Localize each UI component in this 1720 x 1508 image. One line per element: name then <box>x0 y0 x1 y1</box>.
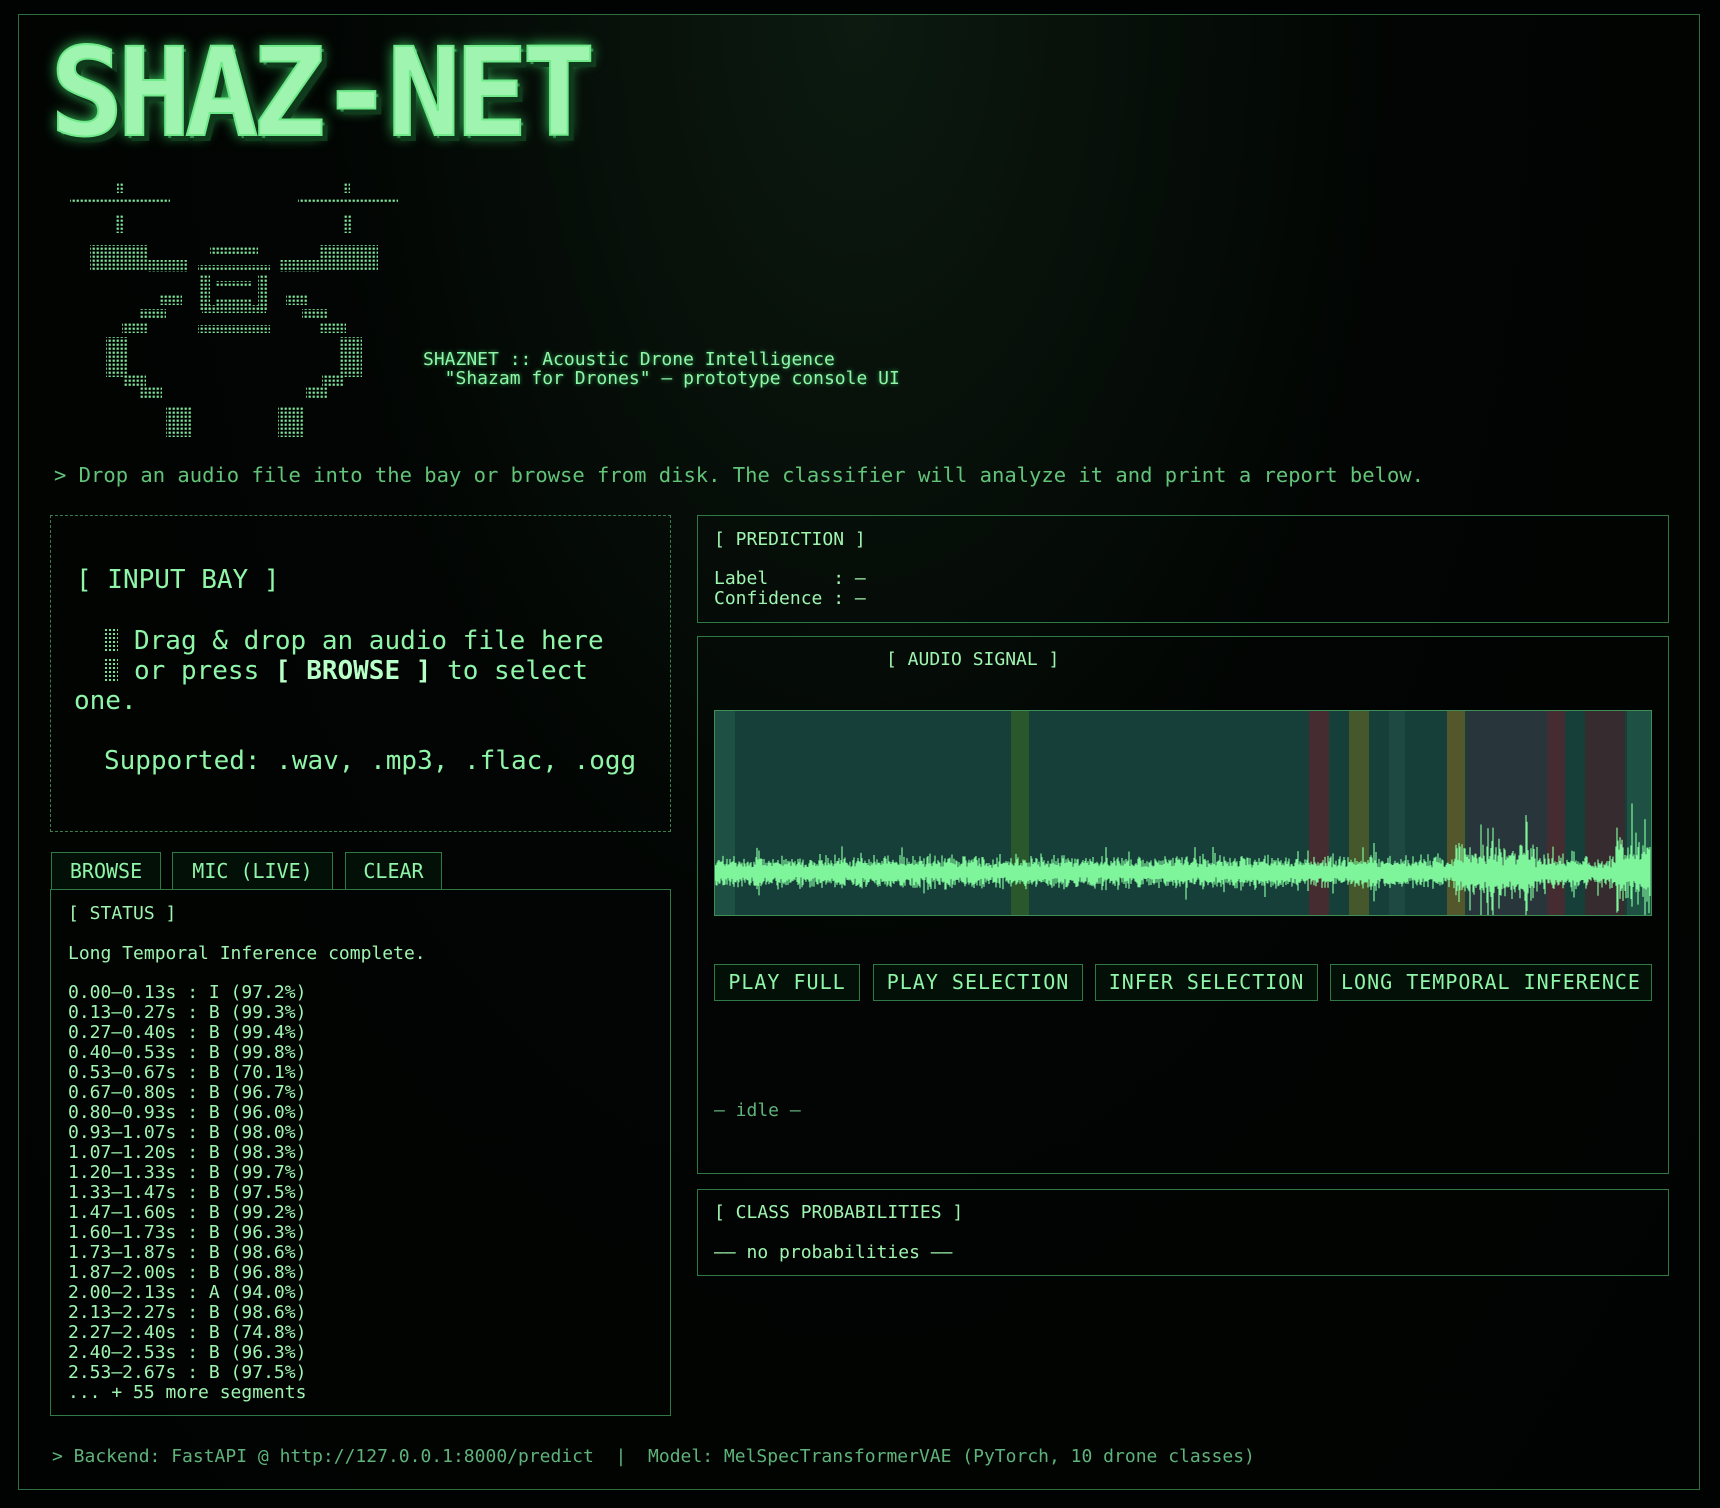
dropzone-text-1: Drag & drop an audio file here <box>134 626 604 656</box>
app-subtitle: SHAZNET :: Acoustic Drone Intelligence "… <box>423 350 900 388</box>
segment-row: 1.20–1.33s : B (99.7%) <box>68 1162 307 1183</box>
segment-row: 0.00–0.13s : I (97.2%) <box>68 982 307 1003</box>
audio-signal-title: [ AUDIO SIGNAL ] <box>886 649 1060 670</box>
segment-row: 1.47–1.60s : B (99.2%) <box>68 1202 307 1223</box>
waveform-svg <box>715 711 1651 915</box>
segment-row: 0.27–0.40s : B (99.4%) <box>68 1022 307 1043</box>
play-full-button[interactable]: PLAY FULL <box>714 964 860 1001</box>
dropzone-text-3: one. <box>74 686 137 716</box>
segment-band <box>1309 711 1329 915</box>
segment-row: 1.07–1.20s : B (98.3%) <box>68 1142 307 1163</box>
segment-row: 0.80–0.93s : B (96.0%) <box>68 1102 307 1123</box>
supported-formats: Supported: .wav, .mp3, .flac, .ogg <box>104 746 637 776</box>
instruction-hint: > Drop an audio file into the bay or bro… <box>54 463 1424 487</box>
status-message: Long Temporal Inference complete. <box>68 943 426 964</box>
segment-row: 0.40–0.53s : B (99.8%) <box>68 1042 307 1063</box>
subtitle-line-2: "Shazam for Drones" — prototype console … <box>423 368 900 389</box>
subtitle-line-1: SHAZNET :: Acoustic Drone Intelligence <box>423 349 835 370</box>
segment-list: 0.00–0.13s : I (97.2%) 0.13–0.27s : B (99… <box>68 983 306 1403</box>
segment-row: 2.53–2.67s : B (97.5%) <box>68 1362 307 1383</box>
segment-row: 1.87–2.00s : B (96.8%) <box>68 1262 307 1283</box>
dropzone-line-2: or press [ BROWSE ] to select <box>104 656 588 686</box>
waveform-view[interactable] <box>714 710 1652 916</box>
segment-row: 0.67–0.80s : B (96.7%) <box>68 1082 307 1103</box>
segment-row: 1.60–1.73s : B (96.3%) <box>68 1222 307 1243</box>
prediction-label: Label : – <box>714 568 866 589</box>
clear-button[interactable]: CLEAR <box>345 852 442 890</box>
shade-block-icon <box>104 628 118 652</box>
segment-row: 0.13–0.27s : B (99.3%) <box>68 1002 307 1023</box>
browse-button[interactable]: BROWSE <box>51 852 161 890</box>
mic-live-button[interactable]: MIC (LIVE) <box>172 852 333 890</box>
class-probabilities-empty: –– no probabilities –– <box>714 1242 953 1263</box>
status-title: [ STATUS ] <box>68 903 177 924</box>
app-logo: SHAZ-NET <box>49 22 597 164</box>
dropzone-line-1: Drag & drop an audio file here <box>104 626 604 656</box>
segment-row: 2.13–2.27s : B (98.6%) <box>68 1302 307 1323</box>
segment-row: 2.00–2.13s : A (94.0%) <box>68 1282 307 1303</box>
segment-row: 1.73–1.87s : B (98.6%) <box>68 1242 307 1263</box>
segment-row: 2.40–2.53s : B (96.3%) <box>68 1342 307 1363</box>
dropzone-text-2b: to select <box>431 656 588 686</box>
class-probabilities-title: [ CLASS PROBABILITIES ] <box>714 1202 964 1223</box>
playback-state: – idle – <box>714 1100 801 1121</box>
segment-row: 1.33–1.47s : B (97.5%) <box>68 1182 307 1203</box>
segment-band <box>1585 711 1625 915</box>
segment-band <box>1547 711 1565 915</box>
prediction-confidence: Confidence : – <box>714 588 866 609</box>
dropzone-browse-hint: [ BROWSE ] <box>274 656 432 686</box>
infer-selection-button[interactable]: INFER SELECTION <box>1095 964 1318 1001</box>
dropzone-text-2a: or press <box>134 656 275 686</box>
input-bay-title: [ INPUT BAY ] <box>76 565 280 595</box>
footer-backend-info: > Backend: FastAPI @ http://127.0.0.1:80… <box>52 1446 1255 1467</box>
segment-row: 0.93–1.07s : B (98.0%) <box>68 1122 307 1143</box>
segment-row: 2.27–2.40s : B (74.8%) <box>68 1322 307 1343</box>
shade-block-icon <box>104 658 118 682</box>
long-temporal-inference-button[interactable]: LONG TEMPORAL INFERENCE <box>1330 964 1652 1001</box>
segment-row: ... + 55 more segments <box>68 1382 307 1403</box>
segment-row: 0.53–0.67s : B (70.1%) <box>68 1062 307 1083</box>
play-selection-button[interactable]: PLAY SELECTION <box>873 964 1083 1001</box>
drone-ascii-art <box>70 183 398 437</box>
prediction-title: [ PREDICTION ] <box>714 529 866 550</box>
